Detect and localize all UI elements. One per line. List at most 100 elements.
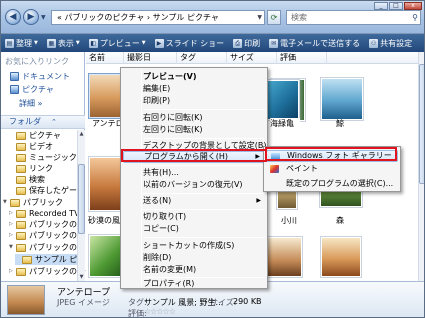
details-thumbnail [7,285,45,315]
expander-icon[interactable]: ▷ [9,208,15,219]
menu-item-rotate-clockwise[interactable]: 右回りに回転(K) [123,112,265,124]
file-thumbnail-autumn[interactable] [320,236,362,278]
autumn-image [322,238,360,276]
menu-separator [143,237,265,238]
slideshow-button[interactable]: ▶ スライド ショー [154,38,224,49]
rating-stars[interactable]: ☆☆☆☆☆ [144,307,176,316]
column-rating[interactable]: 評価 [277,52,327,64]
tree-item[interactable]: リンク [9,163,53,174]
submenu-arrow-icon: ▶ [256,197,261,204]
content-scrollbar[interactable] [418,52,424,281]
menu-item-share[interactable]: 共有(H)... [123,167,265,179]
preview-icon: ◧ [88,38,98,48]
back-button[interactable]: ◀ [5,9,21,25]
menu-item-create-shortcut[interactable]: ショートカットの作成(S) [123,240,265,252]
folder-icon [16,231,26,240]
column-headers: 名前 撮影日 タグ サイズ 評価 [86,52,418,64]
tree-item-label: リンク [29,164,53,173]
tree-item-selected[interactable]: サンプル ピクチャ [15,254,77,265]
expander-icon[interactable]: ▷ [9,266,15,277]
expander-icon[interactable]: ▷ [9,219,15,230]
documents-icon [10,72,19,81]
navigation-pane: お気に入りリンク ドキュメント ピクチャ 詳細 » フォルダ ⌃ ピクチャ ビデオ… [1,52,93,281]
title-bar: _ □ x ◀ ▶ ▼ « パブリックのピクチャ › サンプル ピクチャ ▼ ⟳… [1,1,424,34]
paint-icon [270,165,279,173]
address-dropdown-icon[interactable]: ▼ [257,11,262,24]
email-icon: ✉ [269,38,279,48]
scrollbar-thumb[interactable] [78,164,85,234]
email-button[interactable]: ✉ 電子メールで送信する [269,38,360,49]
close-button[interactable]: x [404,2,422,10]
views-button[interactable]: ▦ 表示 ▼ [46,38,80,49]
tree-item-label: ピクチャ [29,131,61,140]
tree-item-label: サンプル ピクチャ [35,255,77,264]
scroll-up-icon[interactable]: ▲ [78,130,85,138]
preview-button[interactable]: ◧ プレビュー ▼ [88,38,146,49]
context-menu: プレビュー(V) 編集(E) 印刷(P) 右回りに回転(K) 左回りに回転(K)… [120,67,268,289]
scrollbar-thumb[interactable] [419,64,424,184]
more-links[interactable]: 詳細 » [19,98,42,109]
caption-buttons: _ □ x [374,2,422,10]
expander-icon[interactable]: ▼ [3,197,9,208]
address-path: « パブリックのピクチャ › サンプル ピクチャ [57,13,219,22]
search-input[interactable]: 検索 ⚲ [286,10,421,25]
views-icon: ▦ [46,38,56,48]
column-date-taken[interactable]: 撮影日 [124,52,177,64]
folder-icon [16,220,26,229]
menu-item-rotate-counterclockwise[interactable]: 左回りに回転(K) [123,124,265,136]
maximize-button[interactable]: □ [389,2,403,10]
file-name-label: 森 [336,216,344,225]
recent-pages-dropdown-icon[interactable]: ▼ [41,14,46,21]
menu-item-send-to[interactable]: 送る(N) ▶ [123,195,265,207]
explorer-window: _ □ x ◀ ▶ ▼ « パブリックのピクチャ › サンプル ピクチャ ▼ ⟳… [0,0,425,318]
forward-button[interactable]: ▶ [23,9,39,25]
tree-item[interactable]: ピクチャ [9,130,61,141]
submenu-item-choose-default-program[interactable]: 既定のプログラムの選択(C)... [266,178,398,190]
submenu-item-paint[interactable]: ペイント [266,163,398,175]
tree-image [265,238,301,276]
folder-icon [16,142,26,151]
favorite-link-pictures[interactable]: ピクチャ [10,84,54,95]
tree-item[interactable]: 保存したゲーム [9,185,85,196]
file-thumbnail-whale[interactable] [320,77,364,121]
folder-icon [16,186,26,195]
folder-tree-scrollbar[interactable]: ▲ ▼ [77,130,85,281]
organize-icon: ▤ [5,38,14,48]
minimize-button[interactable]: _ [374,2,388,10]
expander-icon[interactable]: ▷ [9,230,15,241]
column-size[interactable]: サイズ [227,52,277,64]
menu-item-cut[interactable]: 切り取り(T) [123,211,265,223]
tree-item[interactable]: 検索 [9,174,45,185]
print-label: 印刷 [244,38,261,48]
print-button[interactable]: ⎙ 印刷 [233,38,260,49]
menu-item-properties[interactable]: プロパティ(R) [123,278,265,290]
favorite-link-documents[interactable]: ドキュメント [10,71,70,82]
menu-item-print[interactable]: 印刷(P) [123,95,265,107]
pictures-icon [10,85,19,94]
folder-icon [16,209,26,218]
file-thumbnail-tree[interactable] [263,236,303,278]
menu-item-copy[interactable]: コピー(C) [123,223,265,235]
tree-item[interactable]: ミュージック [9,152,77,163]
submenu-item-label: ペイント [286,164,318,173]
column-tags[interactable]: タグ [177,52,227,64]
expander-icon[interactable]: ▼ [9,242,15,253]
share-icon: ⚇ [369,38,379,48]
address-bar[interactable]: « パブリックのピクチャ › サンプル ピクチャ ▼ [51,10,265,25]
tree-item[interactable]: ▷ Recorded TV [9,208,80,219]
refresh-button[interactable]: ⟳ [267,10,281,25]
menu-item-edit[interactable]: 編集(E) [123,83,265,95]
share-button[interactable]: ⚇ 共有設定 [369,38,412,49]
scroll-down-icon[interactable]: ▼ [78,273,85,281]
column-name[interactable]: 名前 [86,52,124,64]
menu-item-delete[interactable]: 削除(D) [123,252,265,264]
folders-header[interactable]: フォルダ ⌃ [1,115,85,129]
menu-item-rename[interactable]: 名前の変更(M) [123,264,265,276]
views-label: 表示 [57,38,74,48]
organize-button[interactable]: ▤ 整理 ▼ [5,38,38,49]
tree-item[interactable]: ビデオ [9,141,53,152]
chevron-down-icon: ▼ [141,40,146,46]
menu-item-restore-previous-versions[interactable]: 以前のバージョンの復元(V) [123,179,265,191]
menu-item-preview[interactable]: プレビュー(V) [123,71,265,83]
tree-item[interactable]: ▼ パブリック [3,197,63,208]
